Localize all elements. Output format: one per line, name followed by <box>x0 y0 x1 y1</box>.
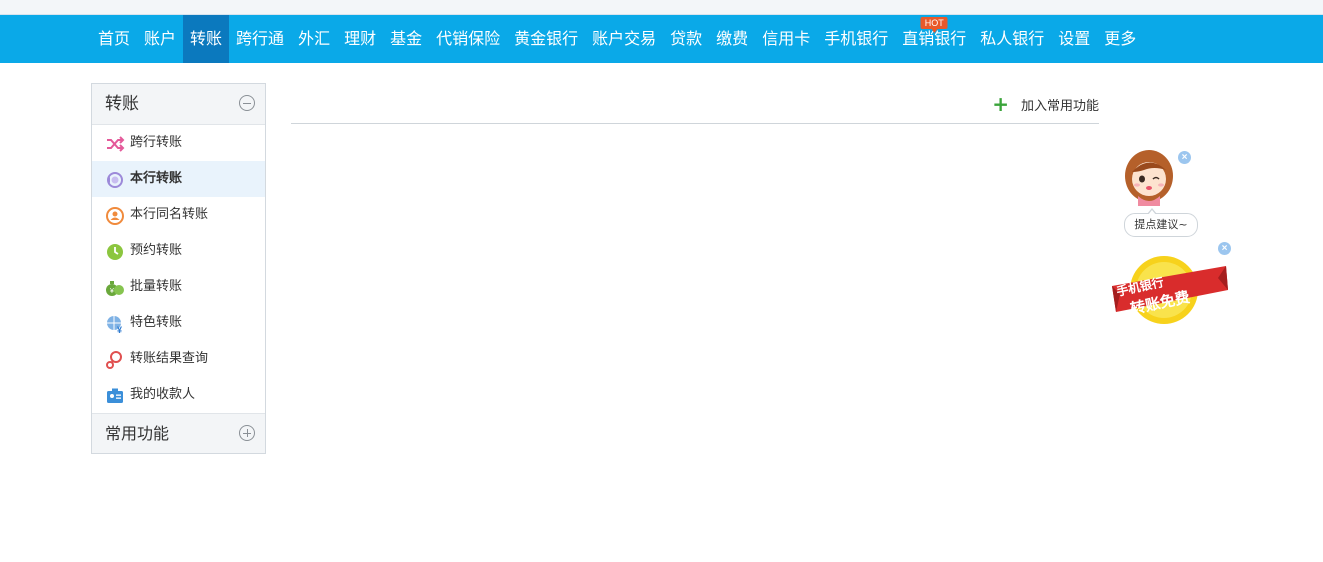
nav-item-label: 设置 <box>1058 29 1091 48</box>
user-transfer-icon <box>105 205 125 225</box>
nav-item-label: 更多 <box>1104 29 1137 48</box>
content-toolbar: + 加入常用功能 <box>291 92 1099 124</box>
sidebar-item-2[interactable]: 本行同名转账 <box>92 197 265 233</box>
hot-badge: HOT <box>920 17 948 33</box>
nav-item-12[interactable]: 信用卡 <box>755 15 817 63</box>
nav-item-label: 账户 <box>144 29 177 48</box>
sidebar-item-7[interactable]: 我的收款人 <box>92 377 265 413</box>
sidebar-list: 跨行转账本行转账本行同名转账 预约转账 ¥ 批量转账 ¥ 特色转账转账结果查询 我的收款人 <box>92 125 265 413</box>
nav-item-14[interactable]: 直销银行 HOT <box>895 15 973 63</box>
nav-item-5[interactable]: 理财 <box>337 15 383 63</box>
svg-text:¥: ¥ <box>117 325 122 334</box>
sidebar-item-label: 特色转账 <box>130 315 183 330</box>
money-bags-icon: ¥ <box>105 277 125 297</box>
sidebar-item-1[interactable]: 本行转账 <box>92 161 265 197</box>
sidebar-item-label: 我的收款人 <box>130 387 196 402</box>
nav-item-17[interactable]: 更多 <box>1097 15 1143 63</box>
nav-item-7[interactable]: 代销保险 <box>429 15 507 63</box>
close-avatar-icon[interactable]: × <box>1178 151 1191 164</box>
nav-item-label: 手机银行 <box>824 29 889 48</box>
sidebar-item-6[interactable]: 转账结果查询 <box>92 341 265 377</box>
nav-items: 首页 账户 转账 跨行通 外汇 理财 基金 代销保险 黄金银行 账户交易 贷款 缴费 信用卡 手机银行 直销… <box>91 15 1143 63</box>
expand-icon[interactable] <box>239 425 255 441</box>
sidebar: 转账 跨行转账本行转账本行同名转账 预约转账 ¥ 批量转账 ¥ 特色转账转账结果查询 我的收… <box>91 83 266 454</box>
nav-item-2[interactable]: 转账 <box>183 15 230 63</box>
nav-item-label: 信用卡 <box>762 29 811 48</box>
sidebar-item-4[interactable]: ¥ 批量转账 <box>92 269 265 305</box>
shuffle-icon <box>105 133 125 153</box>
add-common-label: 加入常用功能 <box>1020 98 1099 114</box>
exchange-icon <box>105 169 125 189</box>
promo-banner[interactable]: 手机银行 转账免费 <box>1110 250 1232 330</box>
sidebar-footer-label: 常用功能 <box>105 424 170 443</box>
nav-item-label: 首页 <box>98 29 131 48</box>
floating-panel: × 提点建议~ × 手机银行 转账免费 <box>1110 145 1240 345</box>
sidebar-footer[interactable]: 常用功能 <box>92 413 265 453</box>
nav-item-16[interactable]: 设置 <box>1051 15 1097 63</box>
main-nav: 首页 账户 转账 跨行通 外汇 理财 基金 代销保险 黄金银行 账户交易 贷款 缴费 信用卡 手机银行 直销… <box>0 15 1323 63</box>
nav-item-0[interactable]: 首页 <box>91 15 137 63</box>
nav-item-label: 代销保险 <box>436 29 501 48</box>
sidebar-item-label: 本行转账 <box>130 171 183 186</box>
globe-yen-icon: ¥ <box>105 313 125 335</box>
sidebar-item-label: 转账结果查询 <box>130 351 209 366</box>
nav-item-label: 账户交易 <box>592 29 657 48</box>
nav-item-9[interactable]: 账户交易 <box>585 15 663 63</box>
clock-icon <box>105 241 125 261</box>
nav-item-8[interactable]: 黄金银行 <box>507 15 585 63</box>
sidebar-item-label: 本行同名转账 <box>130 207 209 222</box>
nav-item-10[interactable]: 贷款 <box>663 15 709 63</box>
nav-item-label: 贷款 <box>670 29 703 48</box>
girl-avatar-icon[interactable] <box>1124 148 1178 206</box>
plus-icon: + <box>992 92 1009 116</box>
collapse-icon[interactable] <box>239 95 255 111</box>
sidebar-item-3[interactable]: 预约转账 <box>92 233 265 269</box>
nav-item-15[interactable]: 私人银行 <box>973 15 1051 63</box>
nav-item-1[interactable]: 账户 <box>137 15 183 63</box>
add-common-function-button[interactable]: + 加入常用功能 <box>992 94 1099 114</box>
sidebar-title: 转账 <box>105 94 139 114</box>
search-icon <box>105 349 125 369</box>
nav-item-label: 转账 <box>190 29 223 48</box>
nav-item-13[interactable]: 手机银行 <box>817 15 895 63</box>
sidebar-item-label: 预约转账 <box>130 243 183 258</box>
nav-item-label: 私人银行 <box>980 29 1045 48</box>
nav-item-label: 黄金银行 <box>514 29 579 48</box>
nav-item-3[interactable]: 跨行通 <box>229 15 291 63</box>
sidebar-item-label: 跨行转账 <box>130 135 183 150</box>
nav-item-label: 跨行通 <box>236 29 285 48</box>
sidebar-item-5[interactable]: ¥ 特色转账 <box>92 305 265 341</box>
contact-card-icon <box>105 385 125 405</box>
nav-item-label: 缴费 <box>716 29 749 48</box>
nav-item-label: 理财 <box>344 29 377 48</box>
nav-item-label: 外汇 <box>298 29 331 48</box>
sidebar-item-label: 批量转账 <box>130 279 183 294</box>
suggest-button[interactable]: 提点建议~ <box>1124 208 1198 237</box>
nav-item-6[interactable]: 基金 <box>383 15 429 63</box>
sidebar-item-0[interactable]: 跨行转账 <box>92 125 265 161</box>
sidebar-header[interactable]: 转账 <box>92 84 265 125</box>
nav-item-11[interactable]: 缴费 <box>709 15 755 63</box>
top-strip <box>0 0 1323 15</box>
svg-text:¥: ¥ <box>110 288 114 295</box>
nav-item-label: 基金 <box>390 29 423 48</box>
nav-item-4[interactable]: 外汇 <box>291 15 337 63</box>
